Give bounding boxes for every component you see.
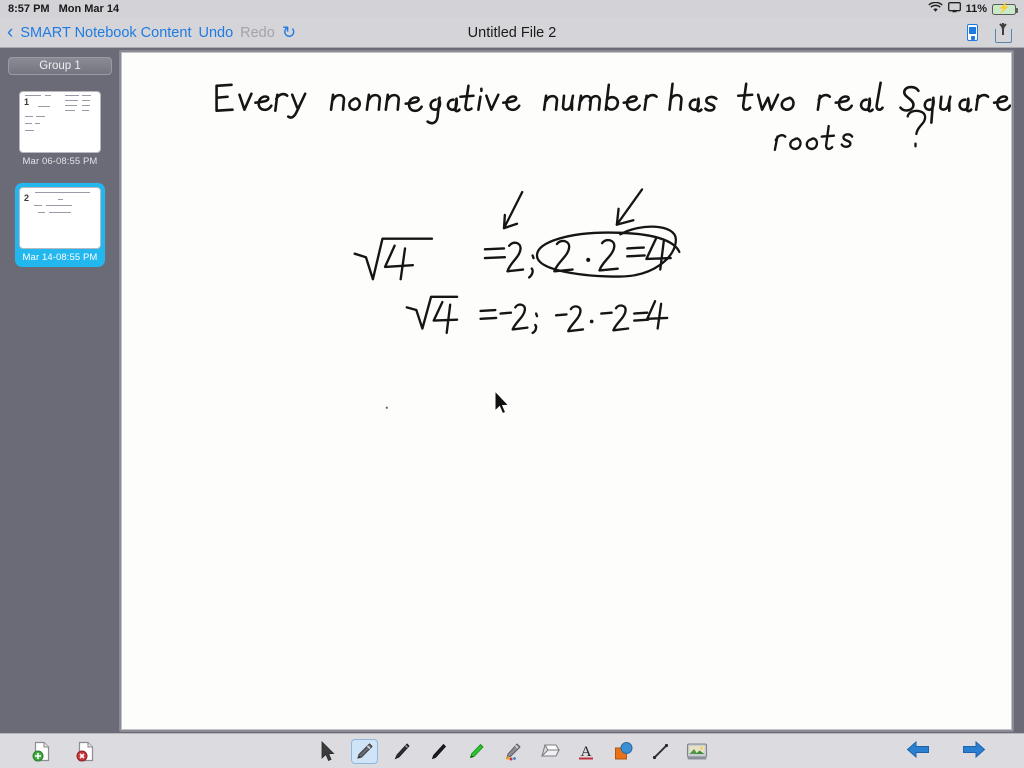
next-page-button[interactable]	[962, 740, 986, 763]
navigation-bar: ‹ SMART Notebook Content Undo Redo ↻ Unt…	[0, 18, 1024, 48]
thumbnail-preview: 2	[19, 187, 101, 249]
highlighter-tool[interactable]	[462, 739, 489, 764]
device-icon[interactable]	[967, 24, 978, 41]
eraser-tool[interactable]	[536, 739, 563, 764]
status-date: Mon Mar 14	[58, 3, 120, 15]
ios-status-bar: 8:57 PM Mon Mar 14 11% ⚡	[0, 0, 1024, 18]
bottom-toolbar: A	[0, 733, 1024, 768]
page-thumbnail-1[interactable]: 1 Mar 06-08:55 PM	[15, 87, 105, 171]
previous-page-button[interactable]	[906, 740, 930, 763]
text-tool[interactable]: A	[573, 739, 600, 764]
back-to-smart-notebook-content-link[interactable]: SMART Notebook Content	[20, 25, 191, 41]
thumbnail-timestamp: Mar 06-08:55 PM	[22, 156, 98, 167]
thumbnail-page-number: 1	[24, 97, 30, 107]
pen-tool[interactable]	[350, 738, 378, 764]
wifi-icon	[927, 1, 943, 16]
smart-notebook-app: 8:57 PM Mon Mar 14 11% ⚡ ‹ SMART Noteboo…	[0, 0, 1024, 768]
group-header[interactable]: Group 1	[8, 57, 112, 75]
handwritten-math-layer	[353, 109, 927, 409]
battery-percent: 11%	[965, 3, 987, 15]
canvas-frame	[119, 50, 1014, 732]
mouse-cursor	[494, 390, 510, 415]
undo-button[interactable]: Undo	[198, 25, 233, 41]
battery-charging-icon: ⚡	[992, 3, 1018, 15]
status-time: 8:57 PM	[8, 3, 50, 15]
airplay-display-icon	[947, 2, 961, 16]
thumbnail-preview: 1	[19, 91, 101, 153]
page-thumbnail-2[interactable]: 2 Mar 14-08:55 PM	[15, 183, 105, 267]
select-pointer-tool[interactable]	[314, 739, 341, 764]
delete-page-button[interactable]	[72, 739, 99, 764]
line-tool[interactable]	[647, 739, 674, 764]
calligraphy-pen-tool[interactable]	[388, 739, 415, 764]
page-thumbnail-sidebar: Group 1 1 Mar 06-08:55 PM 2 Mar 14-08:55…	[0, 48, 120, 733]
creative-pen-tool[interactable]	[499, 739, 526, 764]
refresh-icon[interactable]: ↻	[282, 24, 296, 41]
redo-button: Redo	[240, 24, 275, 41]
share-icon[interactable]	[995, 22, 1012, 43]
thin-pen-tool[interactable]	[425, 739, 452, 764]
add-page-button[interactable]	[28, 739, 55, 764]
gallery-tool[interactable]	[684, 739, 711, 764]
shapes-tool[interactable]	[610, 739, 637, 764]
thumbnail-timestamp: Mar 14-08:55 PM	[22, 252, 98, 263]
thumbnail-page-number: 2	[24, 193, 30, 203]
back-chevron-icon[interactable]: ‹	[7, 23, 13, 42]
whiteboard-canvas[interactable]	[121, 52, 1012, 730]
